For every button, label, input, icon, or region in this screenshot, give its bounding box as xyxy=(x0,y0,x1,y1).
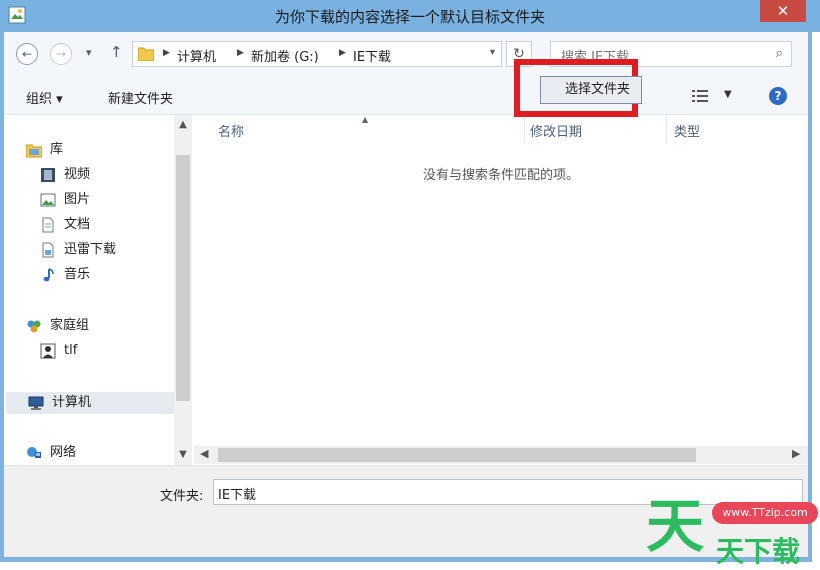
crumb-drive[interactable]: 新加卷 (G:) xyxy=(251,46,319,65)
user-icon xyxy=(40,343,56,359)
nav-label: 库 xyxy=(50,142,64,157)
arrow-left-icon: ← xyxy=(21,47,33,61)
nav-label: tlf xyxy=(64,343,78,358)
nav-label: 家庭组 xyxy=(50,318,90,333)
scroll-left-icon[interactable]: ◀ xyxy=(200,447,208,460)
site-watermark: 天 www.TTzip.com 天下载 xyxy=(646,492,818,568)
watermark-big-char: 天 xyxy=(646,492,705,560)
nav-label: 音乐 xyxy=(64,267,91,282)
watermark-text: 天下载 xyxy=(716,535,801,568)
window-title: 为你下载的内容选择一个默认目标文件夹 xyxy=(274,8,545,26)
right-edge xyxy=(812,32,820,568)
column-header-name[interactable]: 名称 xyxy=(218,121,244,140)
close-button[interactable]: ✕ xyxy=(760,0,806,22)
chevron-down-icon[interactable]: ▾ xyxy=(490,47,495,58)
nav-vertical-scrollbar[interactable]: ▲ ▼ xyxy=(174,115,192,465)
nav-label: 计算机 xyxy=(52,395,92,410)
scroll-down-icon[interactable]: ▼ xyxy=(174,449,192,460)
crumb-separator-icon: ▶ xyxy=(237,48,244,58)
file-list-horizontal-scrollbar[interactable]: ◀ ▶ xyxy=(194,446,808,464)
column-header-type[interactable]: 类型 xyxy=(674,121,700,140)
forward-button[interactable]: → xyxy=(50,43,72,65)
dialog-client: ← → ▾ ↑ ▶ 计算机 ▶ 新加卷 (G:) ▶ IE下载 ▾ ↻ 搜索 I… xyxy=(4,32,808,557)
document-icon xyxy=(42,217,54,233)
address-row: ← → ▾ ↑ ▶ 计算机 ▶ 新加卷 (G:) ▶ IE下载 ▾ ↻ 搜索 I… xyxy=(4,32,808,78)
arrow-up-icon: ↑ xyxy=(110,43,123,61)
folder-icon xyxy=(138,47,154,61)
crumb-separator-icon: ▶ xyxy=(163,48,170,58)
scrollbar-thumb[interactable] xyxy=(218,448,696,462)
library-icon xyxy=(26,144,42,158)
crumb-separator-icon: ▶ xyxy=(339,48,346,58)
organize-button[interactable]: 组织 ▾ xyxy=(26,88,63,107)
scroll-right-icon[interactable]: ▶ xyxy=(792,447,800,460)
crumb-folder[interactable]: IE下载 xyxy=(353,46,391,65)
back-button[interactable]: ← xyxy=(16,43,38,65)
view-dropdown-icon[interactable]: ▼ xyxy=(724,89,732,100)
nav-item-computer[interactable]: 计算机 xyxy=(6,392,174,414)
scrollbar-thumb[interactable] xyxy=(176,155,190,401)
search-icon[interactable]: ⌕ xyxy=(776,46,783,61)
nav-label: 迅雷下载 xyxy=(64,242,117,257)
file-list: ▲ 名称 修改日期 类型 没有与搜索条件匹配的项。 xyxy=(194,115,808,465)
folder-value: IE下载 xyxy=(218,488,257,503)
download-library-icon xyxy=(42,242,54,258)
crumb-computer[interactable]: 计算机 xyxy=(177,46,216,65)
recent-locations-dropdown[interactable]: ▾ xyxy=(86,46,92,59)
navigation-pane: 库 视频 图片 文档 迅雷下载 音乐 家庭组 tlf 计算机 网络 ▲ ▼ xyxy=(4,115,194,465)
view-options-icon[interactable] xyxy=(692,89,708,103)
empty-message: 没有与搜索条件匹配的项。 xyxy=(422,168,579,183)
computer-icon xyxy=(28,396,44,410)
command-toolbar: 组织 ▾ 新建文件夹 ▼ ? xyxy=(4,78,808,115)
music-icon xyxy=(43,268,54,282)
folder-label: 文件夹: xyxy=(160,489,204,504)
select-folder-button[interactable]: 选择文件夹 xyxy=(540,76,642,104)
network-icon xyxy=(27,447,41,458)
up-button[interactable]: ↑ xyxy=(110,43,123,61)
scroll-up-icon[interactable]: ▲ xyxy=(174,119,192,130)
nav-label: 图片 xyxy=(64,192,91,207)
arrow-right-icon: → xyxy=(55,47,67,61)
nav-label: 文档 xyxy=(64,217,91,232)
column-divider[interactable] xyxy=(666,115,667,143)
address-bar[interactable]: ▶ 计算机 ▶ 新加卷 (G:) ▶ IE下载 ▾ xyxy=(132,41,502,67)
help-button[interactable]: ? xyxy=(769,87,787,105)
new-folder-button[interactable]: 新建文件夹 xyxy=(108,88,173,107)
column-header-modified[interactable]: 修改日期 xyxy=(530,121,582,140)
column-divider[interactable] xyxy=(524,115,525,143)
sort-ascending-icon: ▲ xyxy=(362,115,369,124)
homegroup-icon xyxy=(27,320,41,333)
title-bar: 为你下载的内容选择一个默认目标文件夹 ✕ xyxy=(0,0,820,32)
video-icon xyxy=(41,168,55,182)
watermark-url: www.TTzip.com xyxy=(712,502,818,524)
nav-label: 视频 xyxy=(64,167,91,182)
picture-icon xyxy=(40,193,56,207)
nav-label: 网络 xyxy=(50,445,77,460)
